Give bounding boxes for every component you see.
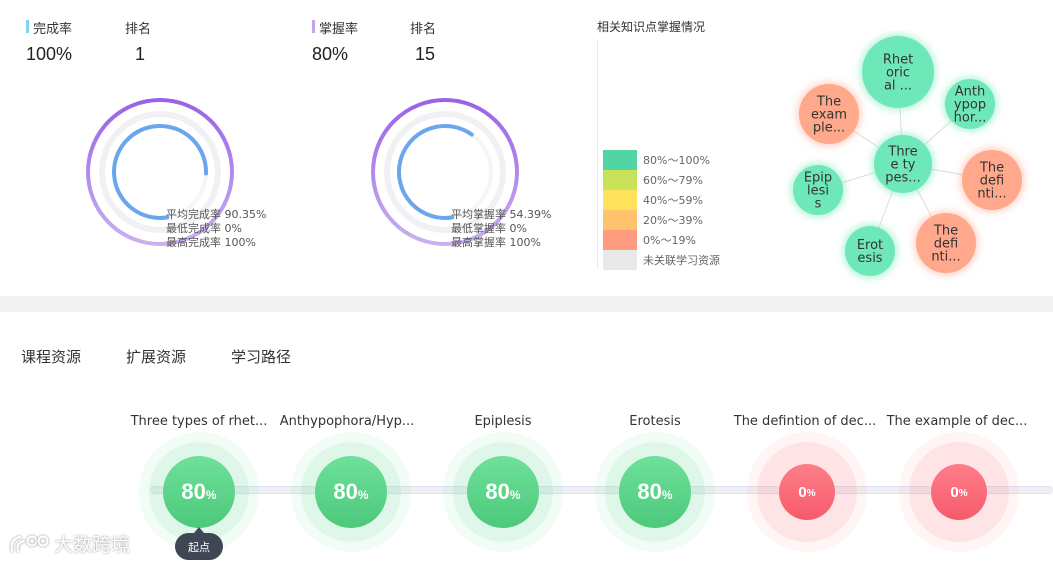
watermark-text: 大数跨境 [54,534,131,556]
legend-label: 60%～79% [643,174,703,187]
path-step-title[interactable]: The example of dec... [882,414,1032,429]
legend-label: 20%～39% [643,214,703,227]
knowledge-node[interactable]: The exam ple... [797,82,861,146]
node-percent: 0 [798,483,807,501]
mastery-rank-label: 排名 [410,22,437,37]
completion-rank-label: 排名 [125,22,152,37]
path-step-node[interactable]: 80% [291,432,411,552]
node-percent-sign: % [958,487,968,499]
node-progress-badge[interactable]: 80% [467,456,539,528]
watermark-logo-icon [10,534,49,552]
path-step-node[interactable]: 80% [443,432,563,552]
node-percent-sign: % [806,487,816,499]
path-step-node[interactable]: 0% [747,432,867,552]
legend-swatch [603,190,637,210]
legend-swatch [603,250,637,270]
node-progress-badge[interactable]: 80% [315,456,387,528]
completion-legend: 平均完成率 90.35% 最低完成率 0% 最高完成率 100% [166,208,266,250]
tab-learning-path[interactable]: 学习路径 [231,346,291,367]
completion-value: 100% [26,44,73,64]
path-step-title[interactable]: Erotesis [580,414,730,429]
knowledge-node-label: The defi nti... [931,224,960,265]
node-progress-badge[interactable]: 0% [779,464,835,520]
legend-swatch [603,230,637,250]
node-progress-badge[interactable]: 80% [619,456,691,528]
section-divider [597,40,598,268]
path-step-title[interactable]: Three types of rhet... [124,414,274,429]
knowledge-node-label: Rhet oric al ... [883,53,913,94]
knowledge-node[interactable]: Anth ypop hor... [943,77,997,131]
watermark: 大数跨境 [8,530,130,557]
knowledge-graph: Rhet oric al ... Anth ypop hor... The defi nti..… [791,34,1024,278]
completion-label: 完成率 [26,18,72,37]
knowledge-node[interactable]: The defi nti... [960,148,1024,212]
start-point-badge: 起点 [175,527,223,560]
section-gap [0,296,1053,312]
knowledge-node[interactable]: Rhet oric al ... [860,34,936,110]
mastery-rank: 15 [415,44,436,64]
path-step-title[interactable]: Anthypophora/Hyp... [272,414,422,429]
mastery-avg-text: 平均掌握率 54.39% [451,208,552,221]
knowledge-node-label: Thre e ty pes... [885,145,920,186]
node-percent: 80 [333,479,358,504]
node-progress-badge[interactable]: 0% [931,464,987,520]
path-step-title[interactable]: Epiplesis [428,414,578,429]
legend-label: 40%～59% [643,194,703,207]
tab-extended-resources[interactable]: 扩展资源 [126,346,186,367]
completion-min-text: 最低完成率 0% [166,222,242,235]
path-step-title[interactable]: The defintion of dec... [730,414,880,429]
knowledge-node[interactable]: Thre e ty pes... [872,133,934,195]
node-progress-badge[interactable]: 80% [163,456,235,528]
node-percent: 80 [637,479,662,504]
stats-panel: 完成率 100% 排名 1 平均完成率 90.35% 最低完成率 0% 最高完成… [0,0,1053,296]
mastery-legend: 平均掌握率 54.39% 最低掌握率 0% 最高掌握率 100% [451,208,551,250]
knowledge-title: 相关知识点掌握情况 [597,20,706,34]
mastery-label: 掌握率 [312,18,358,37]
mastery-min-text: 最低掌握率 0% [451,222,527,235]
node-percent-sign: % [205,488,217,502]
mastery-value: 80% [312,44,349,64]
node-percent: 80 [485,479,510,504]
legend-swatch [603,170,637,190]
node-percent-sign: % [661,488,673,502]
mastery-max-text: 最高掌握率 100% [451,236,541,249]
node-percent: 80 [181,479,206,504]
knowledge-node[interactable]: Erot esis [843,224,897,278]
legend-swatch [603,210,637,230]
knowledge-node-label: The defi nti... [977,161,1006,202]
completion-rank: 1 [135,44,146,64]
node-percent-sign: % [509,488,521,502]
knowledge-node-label: Anth ypop hor... [954,85,987,126]
completion-max-text: 最高完成率 100% [166,236,256,249]
knowledge-node[interactable]: The defi nti... [914,211,978,275]
legend-label: 未关联学习资源 [643,254,720,267]
node-percent: 0 [950,483,959,501]
node-percent-sign: % [357,488,369,502]
path-step-node[interactable]: 0% [899,432,1019,552]
knowledge-node[interactable]: Epip lesi s [791,163,845,217]
tab-course-resources[interactable]: 课程资源 [21,346,81,367]
path-step-node[interactable]: 80% [595,432,715,552]
mastery-progress-arc [396,123,474,220]
legend-label: 0%～19% [643,234,696,247]
completion-avg-text: 平均完成率 90.35% [166,208,267,221]
legend-swatch [603,150,637,170]
knowledge-node-label: Erot esis [857,238,883,266]
legend-label: 80%～100% [643,154,710,167]
